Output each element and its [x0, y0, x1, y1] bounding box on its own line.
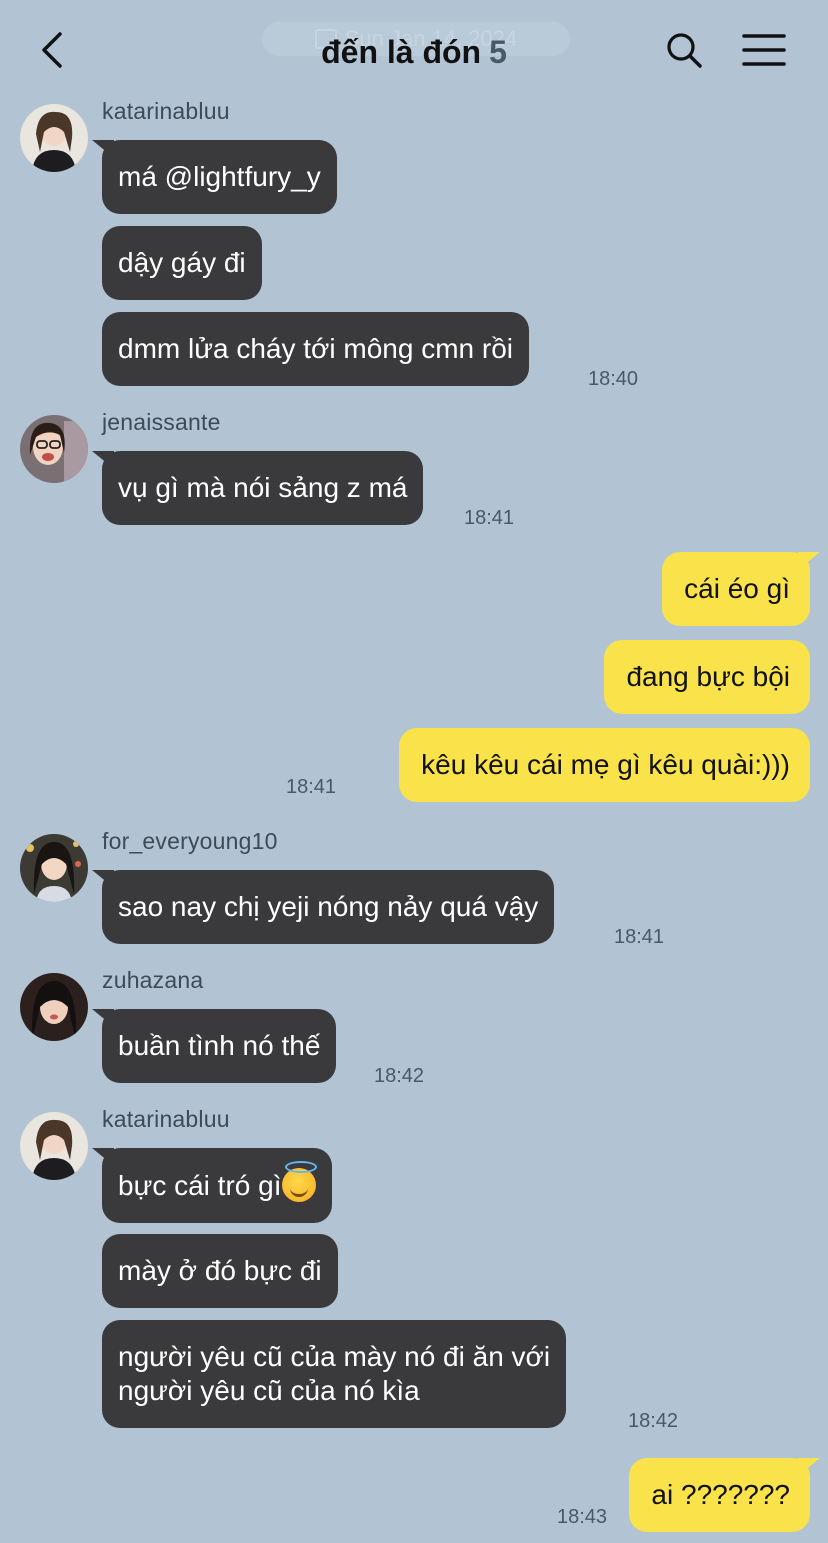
avatar-photo [20, 834, 88, 902]
sender-name: for_everyoung10 [102, 828, 278, 854]
search-icon [667, 33, 702, 68]
smiling-face-with-halo-emoji [282, 1161, 318, 1202]
avatar[interactable] [20, 834, 88, 902]
message-text: cái éo gì [684, 573, 790, 604]
message-bubble[interactable]: bực cái tró gì [91, 1148, 333, 1223]
hamburger-menu-icon [742, 34, 786, 66]
sender-name: jenaissante [102, 409, 221, 435]
message-bubble[interactable]: buần tình nó thế [91, 1009, 337, 1083]
sender-name: zuhazana [102, 967, 204, 993]
sender-name: katarinabluu [102, 1106, 230, 1132]
message-bubble[interactable]: má @lightfury_y [92, 140, 337, 214]
message-timestamp: 18:41 [286, 776, 337, 798]
chat-header: Sun Jan 14, 2024 đến là đón 5 [0, 0, 828, 100]
message-bubble[interactable]: người yêu cũ của mày nó đi ăn với người … [102, 1320, 567, 1428]
message-text: mày ở đó bực đi [118, 1255, 322, 1286]
message-timestamp: 18:40 [588, 368, 639, 390]
message-timestamp: 18:41 [464, 507, 515, 529]
avatar[interactable] [20, 415, 88, 483]
message-text: vụ gì mà nói sảng z má [118, 472, 408, 503]
avatar-photo [20, 973, 88, 1041]
avatar[interactable] [20, 1112, 88, 1180]
avatar-photo [20, 104, 88, 172]
message-text: ai ??????? [651, 1479, 790, 1510]
message-text: má @lightfury_y [118, 161, 321, 192]
message-text: kêu kêu cái mẹ gì kêu quài:))) [421, 749, 790, 780]
chat-title: đến là đón [321, 33, 482, 70]
menu-button[interactable] [742, 32, 786, 68]
avatar[interactable] [20, 104, 88, 172]
sender-name: katarinabluu [102, 98, 230, 124]
message-bubble[interactable]: dmm lửa cháy tới mông cmn rồi [102, 312, 529, 386]
message-bubble-outgoing[interactable]: đang bực bội [604, 640, 810, 714]
message-text: buần tình nó thế [118, 1030, 321, 1061]
message-bubble[interactable]: sao nay chị yeji nóng nảy quá vậy [91, 870, 555, 944]
avatar[interactable] [20, 973, 88, 1041]
message-text: đang bực bội [626, 661, 790, 692]
message-text-line: người yêu cũ của mày nó đi ăn với [118, 1341, 551, 1372]
message-bubble-outgoing[interactable]: kêu kêu cái mẹ gì kêu quài:))) [399, 728, 810, 802]
message-text: dậy gáy đi [118, 247, 246, 278]
back-button[interactable] [36, 30, 72, 70]
message-text-line: người yêu cũ của nó kìa [118, 1375, 420, 1406]
message-timestamp: 18:41 [614, 926, 665, 948]
message-bubble-outgoing[interactable]: cái éo gì [662, 552, 820, 626]
avatar-photo [20, 415, 88, 483]
message-text: bực cái tró gì [118, 1170, 282, 1201]
message-timestamp: 18:42 [628, 1410, 679, 1432]
chat-title-area[interactable]: đến là đón 5 [200, 30, 628, 74]
member-count: 5 [489, 33, 507, 70]
search-button[interactable] [664, 30, 704, 70]
message-timestamp: 18:43 [557, 1506, 608, 1528]
avatar-photo [20, 1112, 88, 1180]
message-timestamp: 18:42 [374, 1065, 425, 1087]
message-bubble-outgoing[interactable]: ai ??????? [629, 1458, 820, 1532]
message-bubble[interactable]: vụ gì mà nói sảng z má [91, 451, 424, 525]
message-text: sao nay chị yeji nóng nảy quá vậy [118, 891, 539, 922]
message-bubble[interactable]: mày ở đó bực đi [102, 1234, 338, 1308]
message-text: dmm lửa cháy tới mông cmn rồi [118, 333, 513, 364]
message-bubble[interactable]: dậy gáy đi [102, 226, 262, 300]
chevron-left-icon [42, 32, 62, 68]
